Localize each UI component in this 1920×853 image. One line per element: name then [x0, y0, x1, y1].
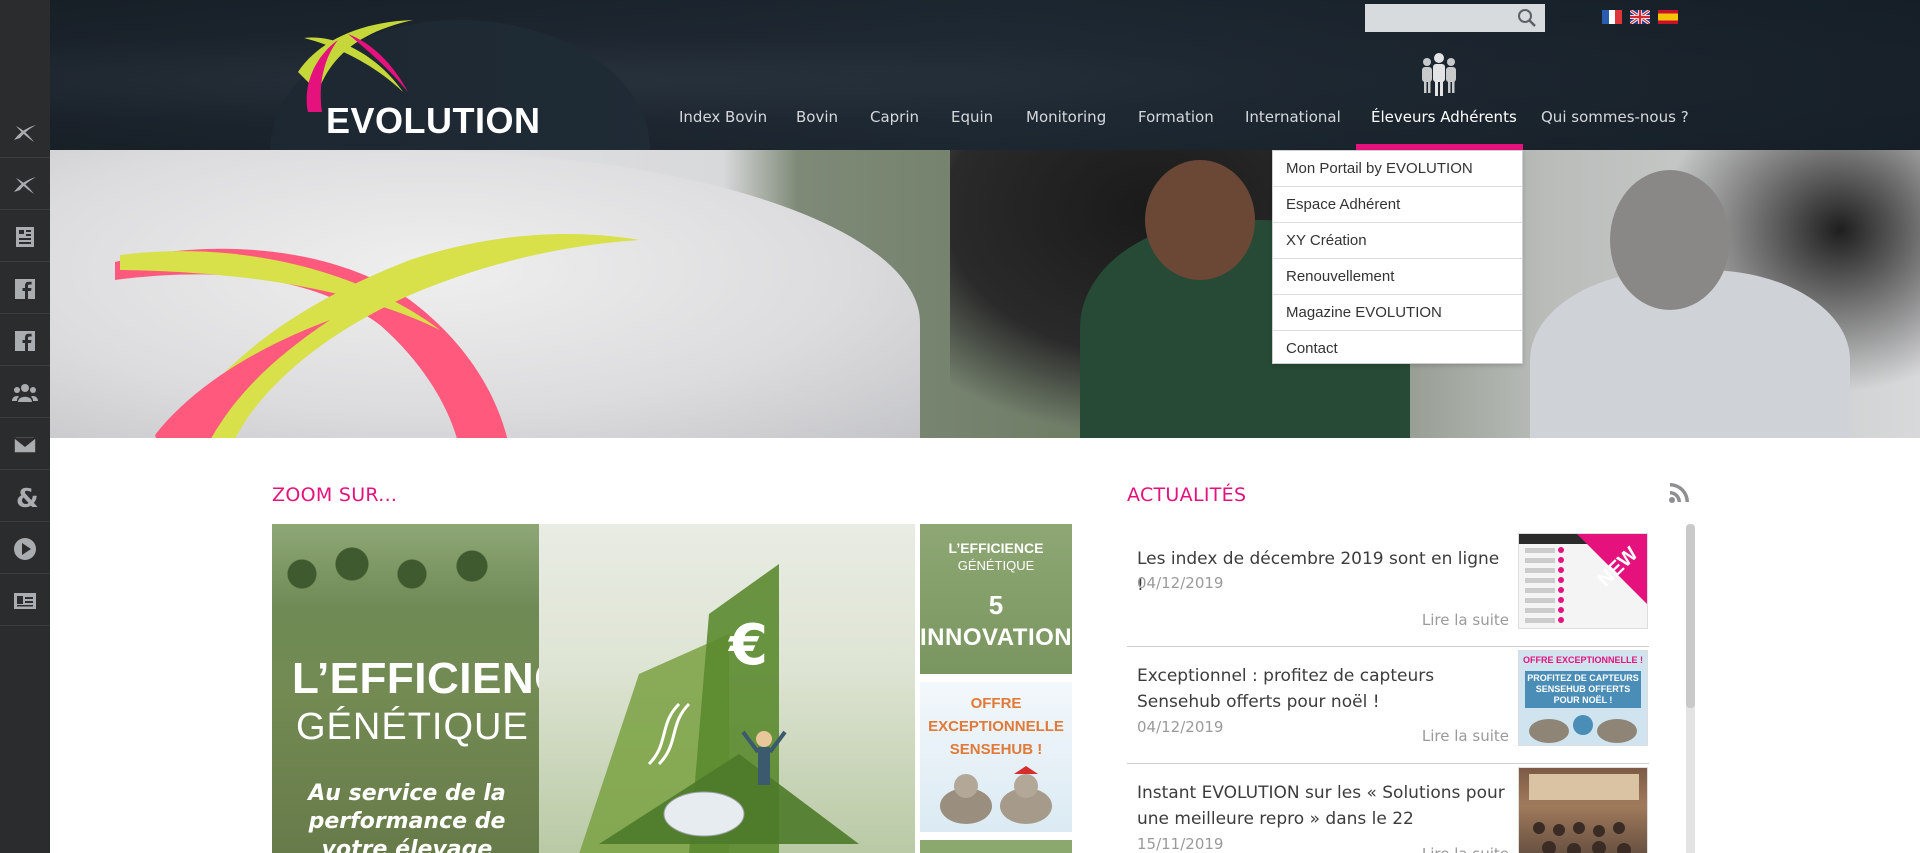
conference-photo — [1529, 774, 1639, 853]
es-flag-icon[interactable] — [1658, 10, 1678, 24]
x-logo-icon — [14, 124, 36, 142]
svg-text:€: € — [727, 613, 768, 678]
nav-qui-sommes-nous[interactable]: Qui sommes-nous ? — [1541, 108, 1689, 126]
thumb-offer-text: PROFITEZ DE CAPTEURS SENSEHUB OFFERTS PO… — [1525, 671, 1641, 708]
contact-card-icon — [14, 592, 36, 609]
logo-text: EVOLUTION — [326, 100, 541, 141]
news-item-date: 15/11/2019 — [1137, 835, 1224, 853]
news-icon — [16, 226, 34, 247]
news-read-more-link[interactable]: Lire la suite — [1422, 611, 1509, 629]
nav-monitoring[interactable]: Monitoring — [1026, 108, 1106, 126]
search-icon[interactable] — [1517, 8, 1537, 28]
sidebar-item-x-logo-2[interactable] — [0, 160, 50, 210]
zoom-section-title: ZOOM SUR... — [272, 484, 398, 506]
facebook-icon — [15, 278, 35, 299]
search-box — [1365, 4, 1545, 32]
zoom-side-slides: L’EFFICIENCE GÉNÉTIQUE 5 INNOVATIONS OFF… — [920, 524, 1072, 853]
dropdown-item-espace-adherent[interactable]: Espace Adhérent — [1273, 187, 1522, 223]
sidebar-item-facebook[interactable] — [0, 264, 50, 314]
dropdown-item-xy-creation[interactable]: XY Création — [1273, 223, 1522, 259]
zoom-side-slide-3[interactable] — [920, 840, 1072, 853]
uk-flag-icon[interactable] — [1630, 10, 1650, 24]
zoom-main-slide[interactable]: L’EFFICIENCE GÉNÉTIQUE Au service de la … — [272, 524, 596, 853]
social-sidebar: & — [0, 0, 50, 853]
news-thumbnail[interactable]: NEW — [1518, 533, 1648, 629]
zoom-side-slide-line2: GÉNÉTIQUE — [957, 558, 1035, 573]
ampersand-icon: & — [16, 484, 38, 510]
rss-icon[interactable] — [1668, 480, 1692, 504]
sidebar-item-facebook-2[interactable] — [0, 316, 50, 366]
sidebar-item-news[interactable] — [0, 212, 50, 262]
zoom-side-slide-line4: INNOVATIONS — [920, 624, 1072, 651]
news-scrollbar-thumb[interactable] — [1686, 524, 1695, 708]
dropdown-item-renouvellement[interactable]: Renouvellement — [1273, 259, 1522, 295]
zoom-main-description: Au service de la performance de votre él… — [308, 781, 506, 853]
zoom-illustration-graphic: € — [579, 564, 859, 853]
zoom-main-subtitle: GÉNÉTIQUE — [296, 706, 529, 748]
sidebar-item-play[interactable] — [0, 524, 50, 574]
sidebar-item-ampersand[interactable]: & — [0, 472, 50, 522]
thumb-offer-label: OFFRE EXCEPTIONNELLE ! — [1522, 655, 1643, 665]
sidebar-item-x-logo[interactable] — [0, 108, 50, 158]
news-item-title[interactable]: Instant EVOLUTION sur les « Solutions po… — [1137, 780, 1507, 832]
news-item[interactable]: Instant EVOLUTION sur les « Solutions po… — [1127, 764, 1649, 853]
news-item-title[interactable]: Exceptionnel : profitez de capteurs Sens… — [1137, 663, 1507, 715]
zoom-side-slide-line3: 5 — [988, 590, 1004, 620]
news-list: Les index de décembre 2019 sont en ligne… — [1127, 530, 1649, 853]
search-input[interactable] — [1365, 4, 1515, 32]
nav-bovin[interactable]: Bovin — [796, 108, 838, 126]
news-section-title: ACTUALITÉS — [1127, 484, 1247, 506]
group-icon — [12, 383, 38, 402]
zoom-trees — [272, 534, 539, 614]
zoom-carousel: L’EFFICIENCE GÉNÉTIQUE Au service de la … — [272, 524, 1072, 853]
zoom-side-slide-innovations[interactable]: L’EFFICIENCE GÉNÉTIQUE 5 INNOVATIONS — [920, 524, 1072, 674]
sidebar-item-mail[interactable] — [0, 420, 50, 470]
eleveurs-adherents-dropdown: Mon Portail by EVOLUTION Espace Adhérent… — [1272, 150, 1523, 364]
news-item[interactable]: Exceptionnel : profitez de capteurs Sens… — [1127, 647, 1649, 764]
play-icon — [14, 537, 36, 560]
zoom-side-slide-sensehub[interactable]: OFFRE EXCEPTIONNELLE SENSEHUB ! — [920, 682, 1072, 832]
dropdown-item-magazine[interactable]: Magazine EVOLUTION — [1273, 295, 1522, 331]
news-read-more-link[interactable]: Lire la suite — [1422, 727, 1509, 745]
thumb-cows-illustration — [1529, 715, 1637, 743]
hero-banner — [50, 150, 1920, 438]
nav-eleveurs-adherents[interactable]: Éleveurs Adhérents — [1371, 108, 1517, 126]
news-item[interactable]: Les index de décembre 2019 sont en ligne… — [1127, 530, 1649, 647]
sidebar-item-group[interactable] — [0, 368, 50, 418]
svg-text:&: & — [16, 484, 38, 510]
nav-caprin[interactable]: Caprin — [870, 108, 919, 126]
news-thumbnail[interactable]: OFFRE EXCEPTIONNELLE ! PROFITEZ DE CAPTE… — [1518, 650, 1648, 746]
hero-shirt-x-logo — [115, 234, 640, 438]
sidebar-item-contact-card[interactable] — [0, 576, 50, 626]
news-read-more-link[interactable]: Lire la suite — [1422, 845, 1509, 853]
cows-illustration — [940, 766, 1052, 824]
fr-flag-icon[interactable] — [1602, 10, 1622, 24]
zoom-side-slide-sensehub-text: OFFRE EXCEPTIONNELLE SENSEHUB ! — [928, 695, 1064, 758]
news-thumbnail[interactable] — [1518, 767, 1648, 853]
page: & EVOLUTION Index Bovin Bovin Caprin Equ… — [0, 0, 1920, 853]
news-item-date: 04/12/2019 — [1137, 574, 1224, 592]
nav-international[interactable]: International — [1245, 108, 1341, 126]
members-icon — [1422, 53, 1456, 96]
hero-person-grey-head — [1610, 170, 1730, 310]
nav-index-bovin[interactable]: Index Bovin — [679, 108, 767, 126]
nav-formation[interactable]: Formation — [1138, 108, 1214, 126]
dropdown-item-contact[interactable]: Contact — [1273, 331, 1522, 367]
zoom-side-slide-line1: L’EFFICIENCE — [948, 540, 1044, 556]
facebook-icon — [15, 330, 35, 351]
mail-icon — [13, 435, 37, 454]
hero-person-head — [1145, 160, 1255, 280]
nav-equin[interactable]: Equin — [951, 108, 993, 126]
news-item-date: 04/12/2019 — [1137, 718, 1224, 736]
x-logo-icon — [14, 176, 36, 194]
dropdown-item-mon-portail[interactable]: Mon Portail by EVOLUTION — [1273, 151, 1522, 187]
zoom-illustration: € — [539, 524, 915, 853]
